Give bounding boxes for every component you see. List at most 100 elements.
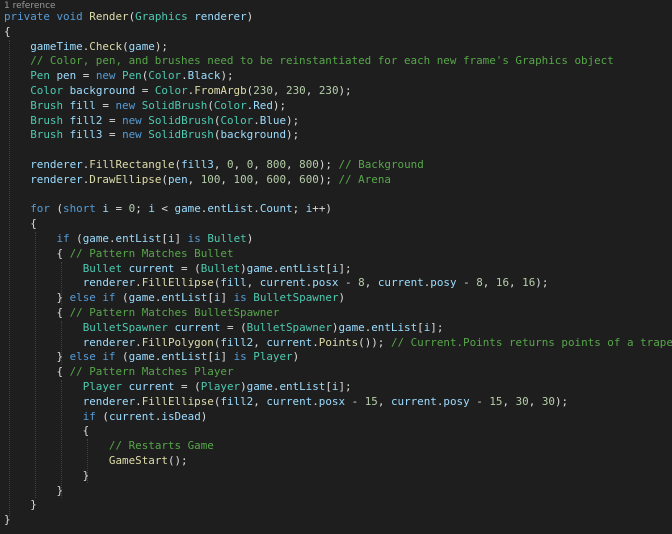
code-token: = (76, 69, 96, 83)
code-token: fill2 (220, 394, 254, 408)
code-token: private (4, 10, 50, 23)
code-token: = ( (174, 379, 201, 393)
code-token: posx (312, 276, 339, 290)
code-token: ] (220, 350, 234, 364)
code-line[interactable]: { (4, 424, 672, 439)
code-line[interactable]: gameTime.Check(game); (4, 40, 672, 55)
code-token: if (102, 350, 116, 364)
code-line[interactable]: { (4, 25, 672, 40)
code-token: , (482, 276, 496, 290)
code-token: ) (246, 10, 254, 23)
code-token: 230 (318, 83, 339, 97)
code-token: game (246, 261, 273, 275)
code-token: if (82, 409, 96, 423)
code-line[interactable]: Brush fill2 = new SolidBrush(Color.Blue)… (4, 114, 672, 129)
code-token: , (286, 157, 300, 171)
code-line[interactable]: renderer.FillEllipse(fill, current.posx … (4, 276, 672, 291)
code-line[interactable]: } else if (game.entList[i] is BulletSpaw… (4, 291, 672, 306)
code-line[interactable]: { // Pattern Matches Bullet (4, 247, 672, 262)
code-token: Color (220, 113, 254, 127)
code-token: current (390, 394, 437, 408)
code-token: current (174, 320, 221, 334)
code-token: Graphics (135, 10, 188, 23)
code-token: ); (286, 128, 300, 142)
code-line[interactable]: // Color, pen, and brushes need to be re… (4, 54, 672, 69)
code-token: 15 (364, 394, 378, 408)
code-line[interactable]: GameStart(); (4, 454, 672, 469)
code-token: is (187, 231, 201, 245)
code-token: renderer (194, 10, 247, 23)
code-token: current (266, 335, 313, 349)
code-line[interactable]: Player current = (Player)game.entList[i]… (4, 380, 672, 395)
code-token: , (509, 276, 523, 290)
code-line[interactable]: Pen pen = new Pen(Color.Black); (4, 69, 672, 84)
code-line[interactable]: renderer.FillEllipse(fill2, current.posx… (4, 395, 672, 410)
code-token: = ( (220, 320, 247, 334)
code-line[interactable]: } (4, 484, 672, 499)
code-token: entList (115, 231, 162, 245)
code-token: current (259, 276, 306, 290)
code-line[interactable]: for (short i = 0; i < game.entList.Count… (4, 202, 672, 217)
code-line[interactable]: renderer.FillRectangle(fill3, 0, 0, 800,… (4, 158, 672, 173)
code-token: } (4, 291, 70, 305)
code-token: renderer (30, 172, 83, 186)
code-token: 800 (299, 157, 319, 171)
code-line[interactable]: { (4, 217, 672, 232)
code-token: ++) (312, 202, 332, 216)
code-line[interactable]: private void Render(Graphics renderer) (4, 10, 672, 25)
code-line[interactable] (4, 188, 672, 203)
code-token: ) (200, 409, 208, 423)
code-line[interactable]: { // Pattern Matches Player (4, 365, 672, 380)
code-token: FillRectangle (89, 157, 175, 171)
code-token: } (4, 468, 90, 482)
code-token: entList (161, 350, 208, 364)
code-token: { (4, 305, 70, 319)
code-token: game (128, 39, 155, 53)
code-line[interactable]: Bullet current = (Bullet)game.entList[i]… (4, 262, 672, 277)
code-token: FillEllipse (141, 394, 214, 408)
code-line[interactable]: if (current.isDead) (4, 410, 672, 425)
code-token: Color (148, 69, 182, 83)
code-line[interactable]: } (4, 513, 672, 528)
code-token: Bullet (82, 261, 123, 275)
code-token: ( (69, 231, 83, 245)
code-token: 600 (266, 172, 287, 186)
code-line[interactable]: } (4, 498, 672, 513)
code-token: 15 (489, 394, 503, 408)
code-token: current (128, 261, 175, 275)
code-line[interactable]: BulletSpawner current = (BulletSpawner)g… (4, 321, 672, 336)
code-token: , (377, 394, 391, 408)
code-editor[interactable]: 1 reference private void Render(Graphics… (0, 0, 672, 534)
code-line[interactable]: if (game.entList[i] is Bullet) (4, 232, 672, 247)
code-token: // Background (338, 157, 424, 171)
code-token: { (4, 246, 70, 260)
code-line[interactable]: { // Pattern Matches BulletSpawner (4, 306, 672, 321)
code-token: ) (292, 350, 300, 364)
code-line[interactable]: Brush fill = new SolidBrush(Color.Red); (4, 99, 672, 114)
code-token: game (174, 202, 201, 216)
code-token: // Restarts Game (108, 439, 214, 453)
code-token: void (56, 10, 83, 23)
code-line[interactable]: Color background = Color.FromArgb(230, 2… (4, 84, 672, 99)
code-line[interactable]: // Restarts Game (4, 439, 672, 454)
code-line[interactable]: Brush fill3 = new SolidBrush(background)… (4, 128, 672, 143)
code-token: Blue (259, 113, 287, 127)
code-line[interactable]: } (4, 469, 672, 484)
code-token: // Pattern Matches Bullet (69, 246, 234, 260)
code-line[interactable]: renderer.DrawEllipse(pen, 100, 100, 600,… (4, 173, 672, 188)
code-token: , (253, 394, 267, 408)
code-token: , (246, 276, 260, 290)
code-token: } (4, 483, 64, 497)
code-line[interactable]: renderer.FillPolygon(fill2, current.Poin… (4, 336, 672, 351)
code-line[interactable]: } else if (game.entList[i] is Player) (4, 350, 672, 365)
code-token: ]; (430, 320, 444, 334)
code-token: ] (220, 291, 234, 305)
code-token: ); (154, 39, 168, 53)
code-token: fill (69, 98, 96, 112)
code-line[interactable] (4, 143, 672, 158)
code-token: , (502, 394, 516, 408)
code-token: - (456, 276, 477, 290)
